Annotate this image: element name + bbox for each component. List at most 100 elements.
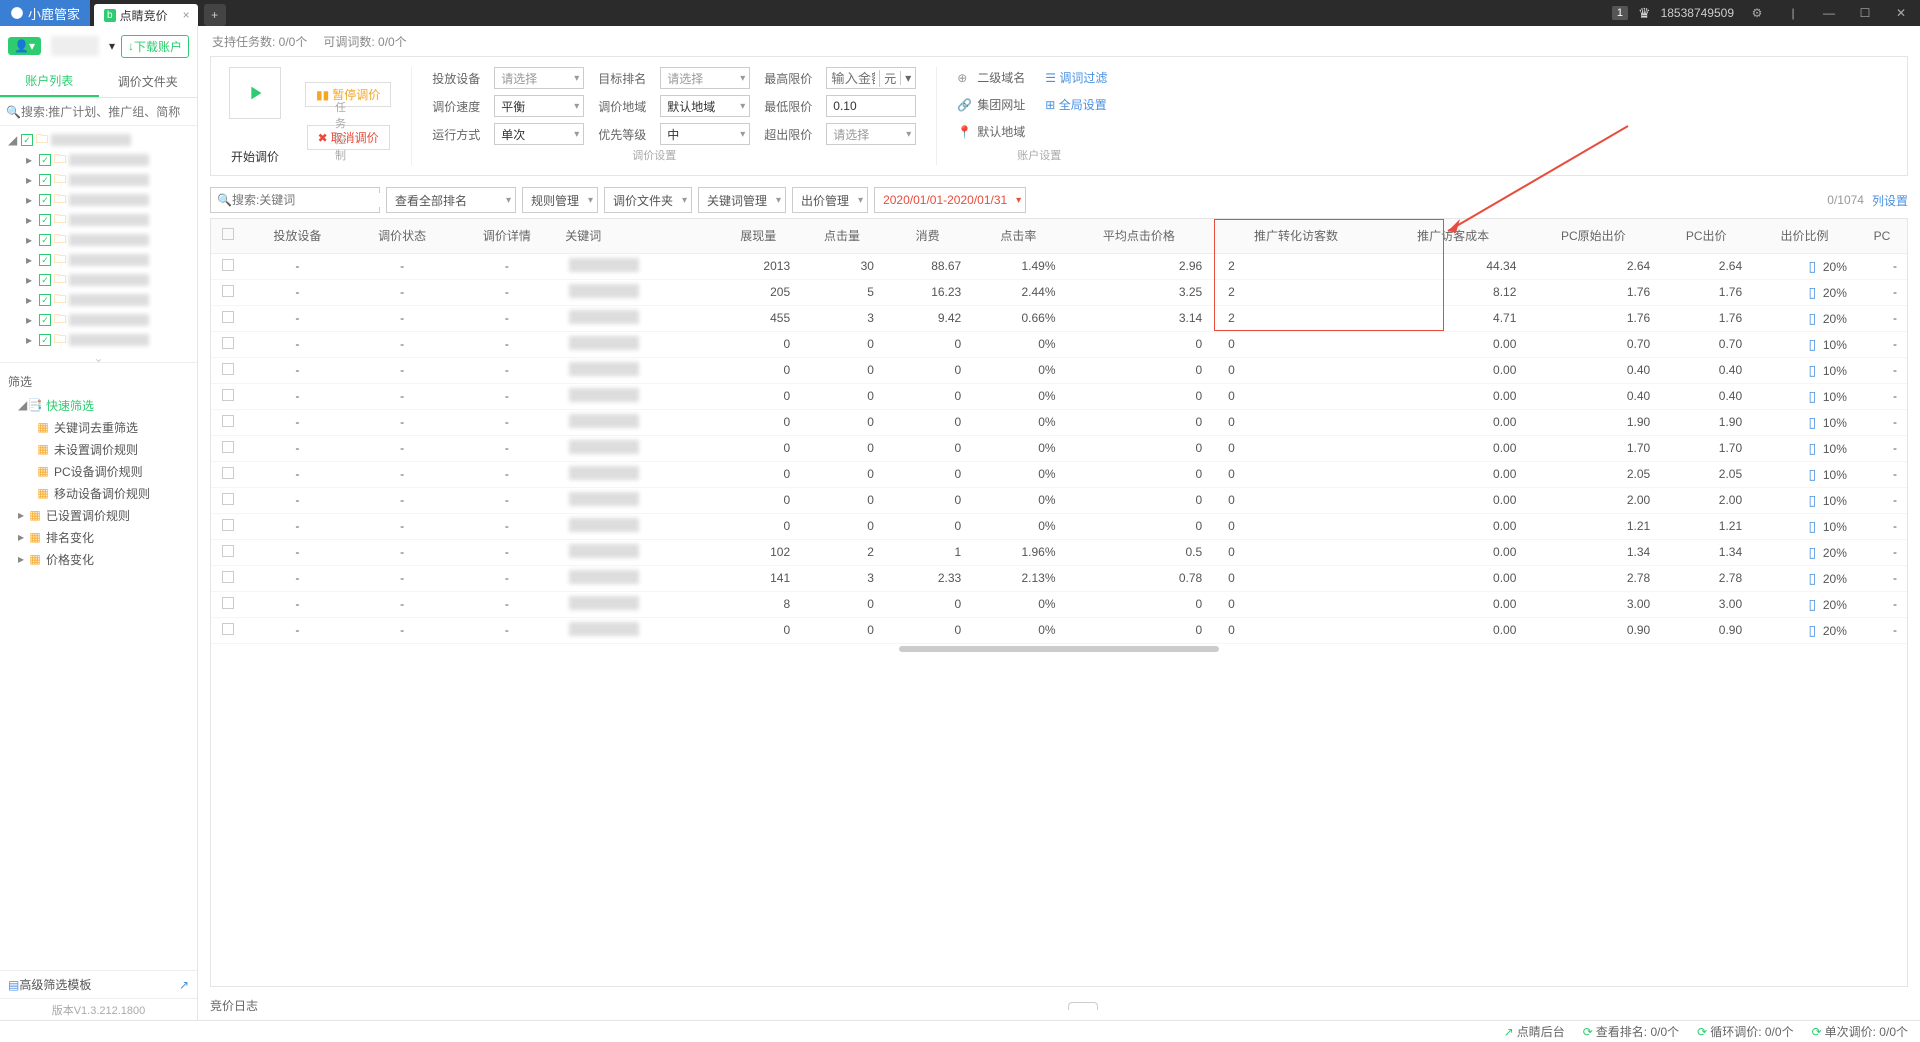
col-impr[interactable]: 展现量 [716,219,800,253]
settings-icon[interactable]: ⚙ [1744,0,1770,26]
filter-item[interactable]: ▸▦价格变化 [8,548,189,570]
close-tab-icon[interactable]: × [183,8,190,22]
drop-daterange[interactable]: 2020/01/01-2020/01/31 [874,187,1026,213]
row-checkbox[interactable] [222,441,234,453]
filter-item[interactable]: ▦PC设备调价规则 [8,460,189,482]
row-checkbox[interactable] [222,467,234,479]
sel-exceed[interactable]: 请选择 [826,123,916,145]
table-row[interactable]: --- 0000%0 00.002.052.05 ▯ 10%- [211,461,1907,487]
adv-filter-template[interactable]: ▤高级筛选模板↗ [0,970,197,998]
filter-item[interactable]: ▸▦已设置调价规则 [8,504,189,526]
sidebar-tab-files[interactable]: 调价文件夹 [99,66,198,97]
window-close-icon[interactable]: ✕ [1888,0,1914,26]
row-checkbox[interactable] [222,259,234,271]
col-ratio[interactable]: 出价比例 [1752,219,1857,253]
table-row[interactable]: --- 0000%0 00.001.901.90 ▯ 10%- [211,409,1907,435]
link-wordfilter[interactable]: ☰ 调词过滤 [1045,69,1107,86]
tree-root[interactable]: ◢✓🗀 [0,130,197,150]
table-row[interactable]: --- 20133088.671.49%2.96 244.342.642.64 … [211,253,1907,279]
row-checkbox[interactable] [222,311,234,323]
link-groupurl[interactable]: 集团网址 [977,96,1025,113]
row-checkbox[interactable] [222,337,234,349]
row-checkbox[interactable] [222,285,234,297]
filter-item[interactable]: ▦移动设备调价规则 [8,482,189,504]
table-row[interactable]: --- 102211.96%0.5 00.001.341.34 ▯ 20%- [211,539,1907,565]
row-checkbox[interactable] [222,493,234,505]
col-cost[interactable]: 消费 [884,219,971,253]
col-status[interactable]: 调价状态 [350,219,455,253]
table-row[interactable]: --- 0000%0 00.000.400.40 ▯ 10%- [211,383,1907,409]
splitter[interactable]: ⌄ [0,354,197,362]
row-checkbox[interactable] [222,597,234,609]
col-pcbid[interactable]: PC出价 [1660,219,1752,253]
drop-keywordmgr[interactable]: 关键词管理 [698,187,786,213]
new-tab-button[interactable]: + [204,4,226,26]
inp-maxprice[interactable]: 元▾ [826,67,916,89]
row-checkbox[interactable] [222,389,234,401]
row-checkbox[interactable] [222,519,234,531]
col-pcorig[interactable]: PC原始出价 [1526,219,1660,253]
sel-rank[interactable]: 请选择 [660,67,750,89]
tree-item[interactable]: ▸✓🗀 [0,150,197,170]
tree-item[interactable]: ▸✓🗀 [0,270,197,290]
cancel-button[interactable]: ✖取消调价 [307,125,390,150]
tree-item[interactable]: ▸✓🗀 [0,330,197,350]
pause-button[interactable]: ▮▮暂停调价 [305,82,391,107]
table-row[interactable]: --- 0000%0 00.000.400.40 ▯ 10%- [211,357,1907,383]
row-checkbox[interactable] [222,623,234,635]
collapse-handle[interactable] [1068,1002,1098,1010]
sel-runmode[interactable]: 单次 [494,123,584,145]
col-device[interactable]: 投放设备 [245,219,350,253]
tree-item[interactable]: ▸✓🗀 [0,210,197,230]
col-detail[interactable]: 调价详情 [455,219,560,253]
sb-backend[interactable]: ↗点睛后台 [1504,1023,1565,1040]
col-keyword[interactable]: 关键词 [559,219,716,253]
row-checkbox[interactable] [222,545,234,557]
table-row[interactable]: --- 45539.420.66%3.14 24.711.761.76 ▯ 20… [211,305,1907,331]
inp-minprice[interactable]: 0.10 [826,95,916,117]
filter-item[interactable]: ▦未设置调价规则 [8,438,189,460]
link-defregion[interactable]: 默认地域 [977,123,1025,140]
drop-pricefile[interactable]: 调价文件夹 [604,187,692,213]
sel-device[interactable]: 请选择 [494,67,584,89]
window-min-icon[interactable]: — [1816,0,1842,26]
col-avgcpc[interactable]: 平均点击价格 [1066,219,1213,253]
table-row[interactable]: --- 0000%0 00.002.002.00 ▯ 10%- [211,487,1907,513]
drop-bidmgr[interactable]: 出价管理 [792,187,868,213]
keyword-search-input[interactable] [232,193,387,207]
tree-item[interactable]: ▸✓🗀 [0,310,197,330]
tree-item[interactable]: ▸✓🗀 [0,230,197,250]
drop-rulemgr[interactable]: 规则管理 [522,187,598,213]
filter-item[interactable]: ▸▦排名变化 [8,526,189,548]
row-checkbox[interactable] [222,571,234,583]
sel-region[interactable]: 默认地域 [660,95,750,117]
keyword-search[interactable]: 🔍 [210,187,380,213]
tree-item[interactable]: ▸✓🗀 [0,170,197,190]
tree-item[interactable]: ▸✓🗀 [0,250,197,270]
download-account-button[interactable]: ↓下载账户 [121,35,189,58]
col-visitcost[interactable]: 推广访客成本 [1380,219,1527,253]
table-row[interactable]: --- 0000%0 00.000.700.70 ▯ 10%- [211,331,1907,357]
checkbox-all[interactable] [222,228,234,240]
link-domain[interactable]: 二级域名 [977,69,1025,86]
table-row[interactable]: --- 0000%0 00.000.900.90 ▯ 20%- [211,617,1907,643]
table-row[interactable]: --- 205516.232.44%3.25 28.121.761.76 ▯ 2… [211,279,1907,305]
filter-quick[interactable]: ◢📑快速筛选 [8,394,189,416]
sidebar-tab-accounts[interactable]: 账户列表 [0,66,99,97]
tree-item[interactable]: ▸✓🗀 [0,290,197,310]
column-settings-link[interactable]: 列设置 [1872,192,1908,209]
table-row[interactable]: --- 8000%0 00.003.003.00 ▯ 20%- [211,591,1907,617]
table-row[interactable]: --- 0000%0 00.001.211.21 ▯ 10%- [211,513,1907,539]
col-click[interactable]: 点击量 [800,219,884,253]
tab-active[interactable]: b 点睛竞价 × [94,4,198,26]
user-icon[interactable]: 👤▾ [8,37,41,55]
link-globalset[interactable]: ⊞ 全局设置 [1045,96,1106,113]
row-checkbox[interactable] [222,363,234,375]
sidebar-search[interactable]: 🔍 [0,98,197,126]
table-row[interactable]: --- 14132.332.13%0.78 00.002.782.78 ▯ 20… [211,565,1907,591]
col-ctr[interactable]: 点击率 [971,219,1065,253]
h-scrollbar[interactable] [211,644,1907,654]
row-checkbox[interactable] [222,415,234,427]
filter-item[interactable]: ▦关键词去重筛选 [8,416,189,438]
window-max-icon[interactable]: ☐ [1852,0,1878,26]
